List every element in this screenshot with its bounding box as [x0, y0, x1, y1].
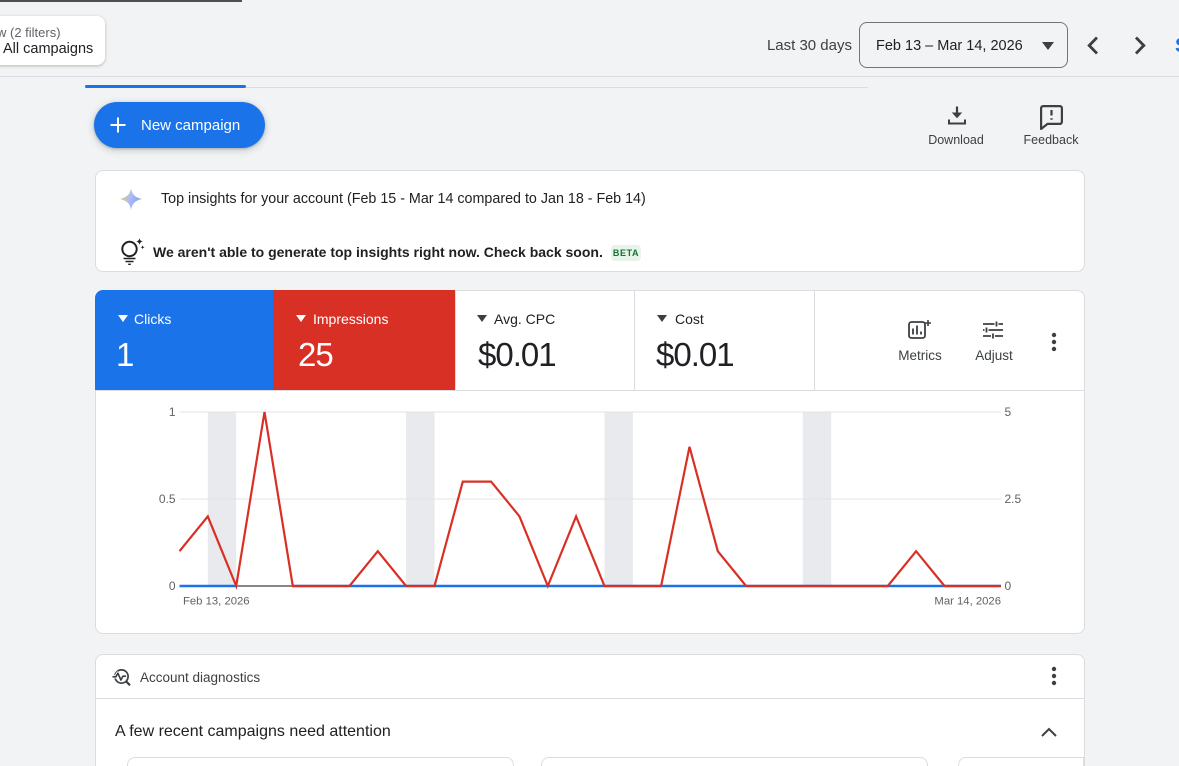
svg-text:Mar 14, 2026: Mar 14, 2026 [934, 596, 1001, 608]
svg-text:2.5: 2.5 [1005, 492, 1022, 506]
svg-text:0: 0 [1005, 579, 1012, 593]
svg-text:5: 5 [1005, 405, 1012, 419]
svg-text:0.5: 0.5 [159, 492, 176, 506]
svg-text:1: 1 [169, 405, 176, 419]
svg-text:0: 0 [169, 579, 176, 593]
svg-text:Feb 13, 2026: Feb 13, 2026 [183, 596, 250, 608]
